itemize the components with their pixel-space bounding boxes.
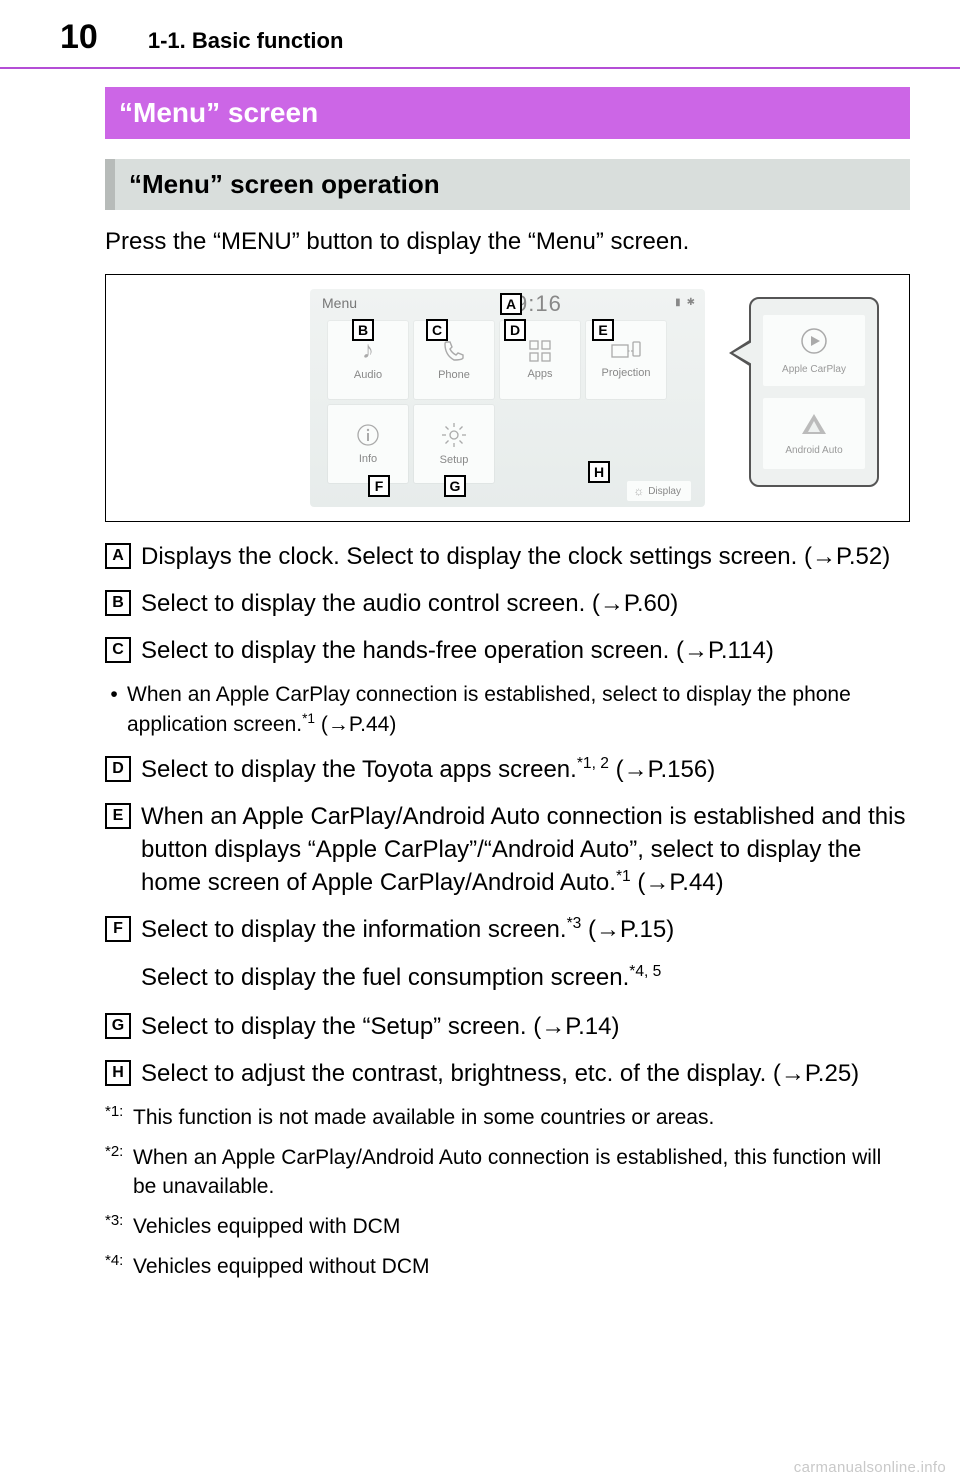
footnote-3: *3: Vehicles equipped with DCM (105, 1213, 910, 1241)
item-E: E When an Apple CarPlay/Android Auto con… (105, 800, 910, 899)
projection-icon (611, 341, 641, 361)
androidauto-icon (800, 412, 828, 441)
item-F: F Select to display the information scre… (105, 913, 910, 946)
item-G-marker: G (105, 1013, 131, 1039)
tile-info: Info (328, 405, 408, 483)
marker-D: D (504, 319, 526, 341)
device-clock: 9:16 (515, 291, 562, 317)
footnote-1-mark: *1: (105, 1102, 133, 1122)
item-C-marker: C (105, 637, 131, 663)
item-H-text: Select to adjust the contrast, brightnes… (141, 1057, 910, 1090)
carplay-icon (800, 327, 828, 360)
tile-projection-label: Projection (602, 367, 651, 379)
device-display-label: Display (648, 486, 681, 497)
footnote-2-text: When an Apple CarPlay/Android Auto conne… (133, 1144, 910, 1201)
item-C-sub: • When an Apple CarPlay connection is es… (105, 681, 910, 739)
tile-phone-label: Phone (438, 369, 470, 381)
phone-icon (442, 339, 466, 363)
item-E-marker: E (105, 803, 131, 829)
item-C-sub-text: When an Apple CarPlay connection is esta… (127, 681, 910, 739)
tile-setup: Setup (414, 405, 494, 483)
item-G: G Select to display the “Setup” screen. … (105, 1010, 910, 1043)
footnote-1: *1: This function is not made available … (105, 1104, 910, 1132)
section-title: “Menu” screen operation (105, 159, 910, 210)
projection-callout: Apple CarPlay Android Auto (749, 297, 879, 487)
footnote-2: *2: When an Apple CarPlay/Android Auto c… (105, 1144, 910, 1201)
bullet-icon: • (105, 681, 123, 709)
item-C: C Select to display the hands-free opera… (105, 634, 910, 667)
footnote-1-text: This function is not made available in s… (133, 1104, 910, 1132)
tile-info-label: Info (359, 453, 377, 465)
marker-G: G (444, 475, 466, 497)
item-F-marker: F (105, 916, 131, 942)
item-A-marker: A (105, 543, 131, 569)
device-tile-grid: ♪ Audio Phone Apps (328, 321, 666, 483)
footnote-2-mark: *2: (105, 1142, 133, 1162)
page-content: “Menu” screen “Menu” screen operation Pr… (0, 69, 960, 1282)
footnote-4: *4: Vehicles equipped without DCM (105, 1253, 910, 1281)
item-C-text: Select to display the hands-free operati… (141, 634, 910, 667)
note-icon: ♪ (362, 339, 374, 363)
sun-icon: ☼ (633, 484, 644, 498)
footnote-3-mark: *3: (105, 1211, 133, 1231)
item-list: A Displays the clock. Select to display … (105, 540, 910, 1090)
watermark: carmanualsonline.info (794, 1459, 946, 1476)
item-E-text: When an Apple CarPlay/Android Auto conne… (141, 800, 910, 899)
signal-icon: ▮ (675, 297, 681, 308)
page-title: “Menu” screen (105, 87, 910, 139)
chapter-title: 1-1. Basic function (148, 28, 344, 54)
info-icon (356, 423, 380, 447)
page-header: 10 1-1. Basic function (0, 0, 960, 69)
page-number: 10 (60, 18, 98, 57)
item-H-marker: H (105, 1060, 131, 1086)
apps-icon (529, 340, 551, 362)
marker-B: B (352, 319, 374, 341)
item-A: A Displays the clock. Select to display … (105, 540, 910, 573)
device-status-icons: ▮ ✱ (675, 297, 695, 308)
item-B-text: Select to display the audio control scre… (141, 587, 910, 620)
item-B: B Select to display the audio control sc… (105, 587, 910, 620)
marker-F: F (368, 475, 390, 497)
marker-E: E (592, 319, 614, 341)
callout-carplay: Apple CarPlay (763, 315, 865, 386)
item-A-text: Displays the clock. Select to display th… (141, 540, 910, 573)
callout-android: Android Auto (763, 398, 865, 469)
callout-carplay-label: Apple CarPlay (782, 364, 846, 375)
intro-text: Press the “MENU” button to display the “… (105, 228, 910, 256)
footnote-4-text: Vehicles equipped without DCM (133, 1253, 910, 1281)
item-D-text: Select to display the Toyota apps screen… (141, 753, 910, 786)
item-D-marker: D (105, 756, 131, 782)
item-F-text: Select to display the information screen… (141, 913, 910, 946)
device-display-button: ☼ Display (627, 481, 691, 501)
device-menu-label: Menu (322, 295, 357, 311)
item-F-extra: Select to display the fuel consumption s… (141, 961, 910, 994)
tile-apps-label: Apps (527, 368, 552, 380)
gear-icon (441, 422, 467, 448)
bluetooth-icon: ✱ (687, 297, 695, 308)
tile-audio-label: Audio (354, 369, 382, 381)
item-H: H Select to adjust the contrast, brightn… (105, 1057, 910, 1090)
marker-H: H (588, 461, 610, 483)
marker-C: C (426, 319, 448, 341)
figure-frame: Menu 9:16 ▮ ✱ ♪ Audio Phone (105, 274, 910, 522)
tile-setup-label: Setup (440, 454, 469, 466)
footnote-3-text: Vehicles equipped with DCM (133, 1213, 910, 1241)
item-D: D Select to display the Toyota apps scre… (105, 753, 910, 786)
footnote-4-mark: *4: (105, 1251, 133, 1271)
item-B-marker: B (105, 590, 131, 616)
item-G-text: Select to display the “Setup” screen. (→… (141, 1010, 910, 1043)
callout-android-label: Android Auto (785, 445, 842, 456)
marker-A: A (500, 293, 522, 315)
